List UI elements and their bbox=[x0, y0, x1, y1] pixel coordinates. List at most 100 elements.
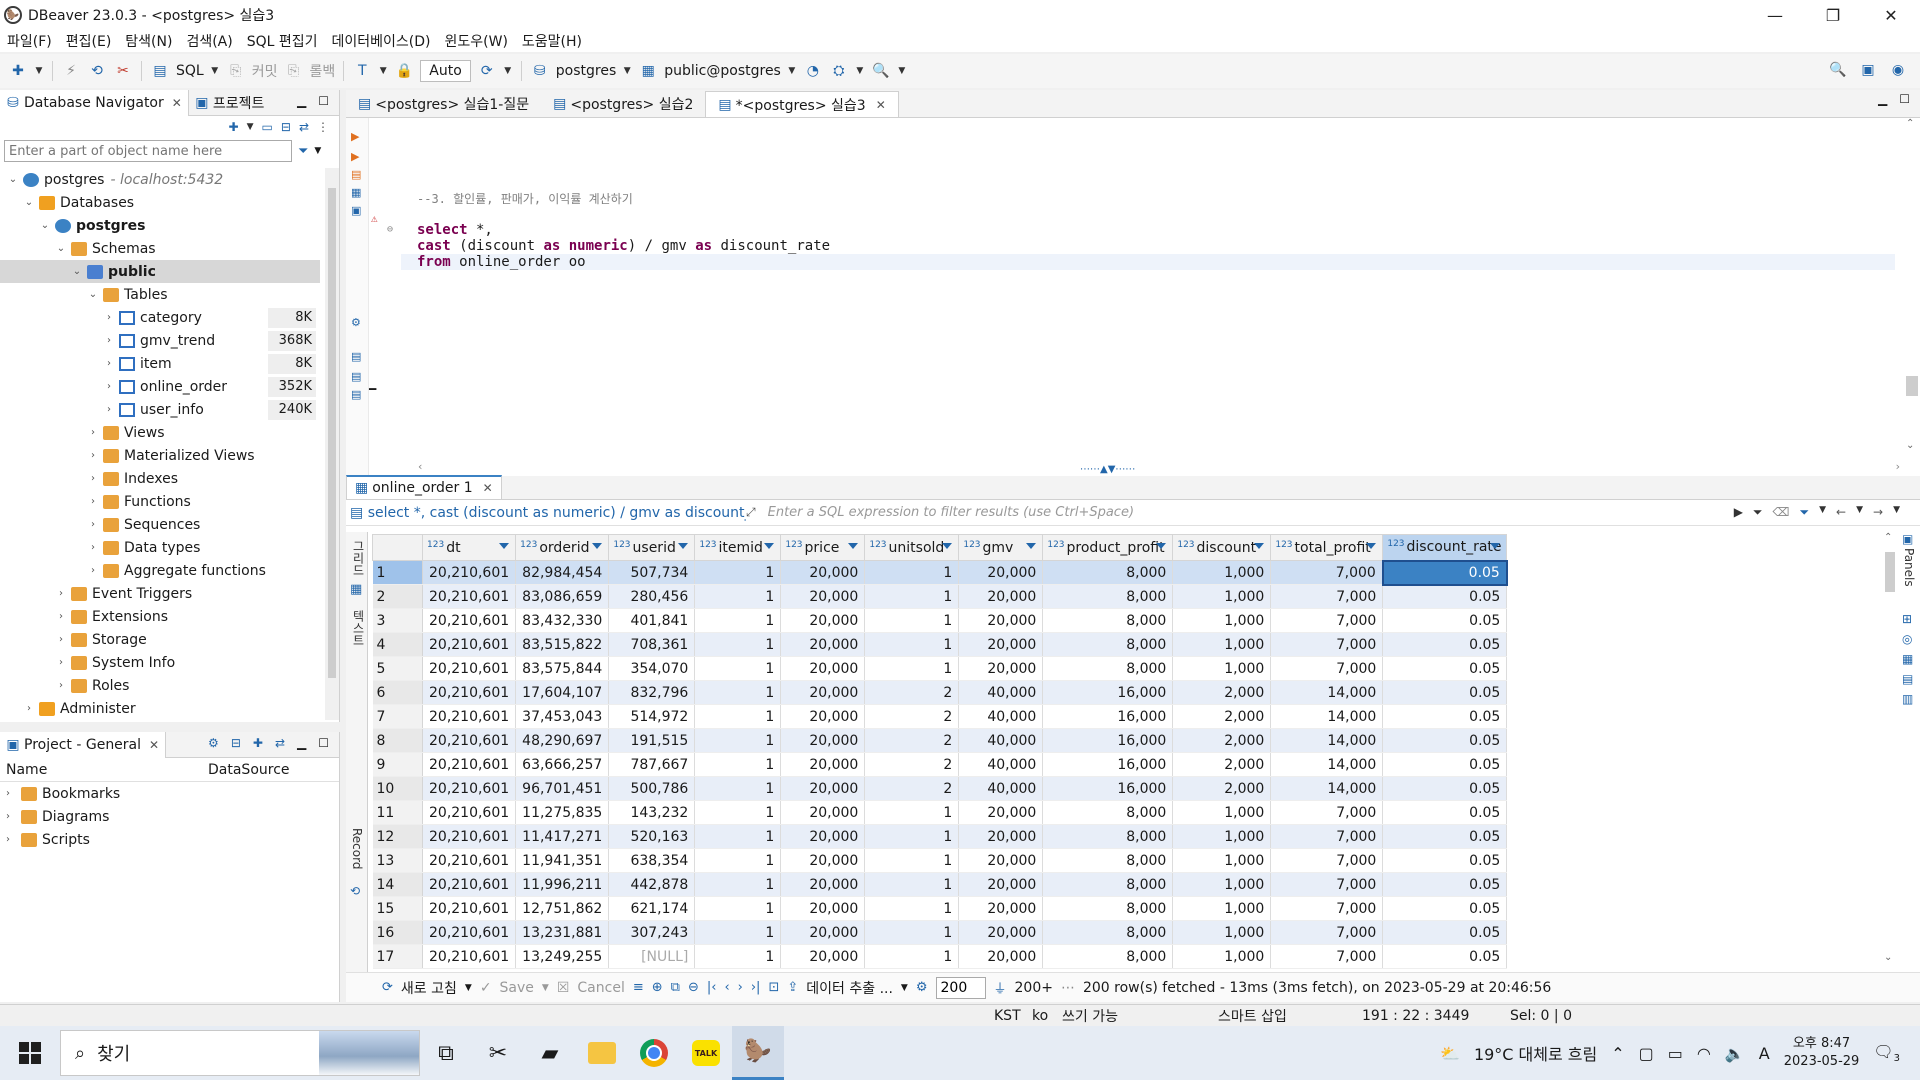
cell-discount-rate[interactable]: 0.05 bbox=[1382, 584, 1508, 609]
edit-row-icon[interactable]: ≡ bbox=[633, 980, 644, 995]
cell-userid[interactable]: 787,667 bbox=[608, 752, 696, 777]
cell-dt[interactable]: 20,210,601 bbox=[422, 560, 517, 585]
column-sort-icon[interactable] bbox=[1490, 543, 1501, 549]
row-number-header[interactable] bbox=[372, 534, 423, 561]
close-icon[interactable]: ✕ bbox=[876, 98, 886, 112]
meet-icon[interactable]: ▢ bbox=[1639, 1044, 1654, 1063]
cell-discount-rate[interactable]: 0.05 bbox=[1382, 800, 1508, 825]
table-row[interactable]: 10 20,210,601 96,701,451 500,786 1 20,000 2 40,… bbox=[372, 776, 1508, 801]
tab-editor-practice2[interactable]: ▤ <postgres> 실습2 bbox=[541, 91, 705, 117]
cell-discount-rate[interactable]: 0.05 bbox=[1382, 608, 1508, 633]
link-editor-icon[interactable]: ⇄ bbox=[299, 120, 309, 134]
cell-discount-rate[interactable]: 0.05 bbox=[1382, 920, 1508, 945]
project-item-scripts[interactable]: › Scripts bbox=[0, 828, 339, 851]
tree-node-administer[interactable]: › Administer bbox=[0, 697, 320, 720]
tree-node-databases[interactable]: ⌄ Databases bbox=[0, 191, 320, 214]
filter-expand-icon[interactable]: ⤢ bbox=[746, 505, 756, 520]
cell-dt[interactable]: 20,210,601 bbox=[422, 752, 517, 777]
settings-icon[interactable]: ⚙ bbox=[351, 316, 363, 329]
cell-gmv[interactable]: 20,000 bbox=[958, 560, 1044, 585]
cell-discount-rate[interactable]: 0.05 bbox=[1382, 896, 1508, 921]
filter-icon[interactable]: ⏷ bbox=[298, 144, 308, 159]
cell-dt[interactable]: 20,210,601 bbox=[422, 944, 517, 969]
table-row[interactable]: 9 20,210,601 63,666,257 787,667 1 20,000 2 40,0… bbox=[372, 752, 1508, 777]
table-row[interactable]: 12 20,210,601 11,417,271 520,163 1 20,000 1 20,… bbox=[372, 824, 1508, 849]
dropdown-arrow-icon[interactable]: ▼ bbox=[622, 61, 632, 81]
file-explorer-icon[interactable] bbox=[576, 1026, 628, 1080]
cell-unitsold[interactable]: 1 bbox=[864, 920, 960, 945]
restore-button[interactable]: ❐ bbox=[1804, 0, 1862, 30]
column-header-unitsold[interactable]: 123 unitsold bbox=[864, 534, 960, 561]
save-button[interactable]: Save bbox=[500, 980, 534, 996]
column-header-price[interactable]: 123 price bbox=[780, 534, 866, 561]
cell-itemid[interactable]: 1 bbox=[694, 728, 782, 753]
cell-discount[interactable]: 1,000 bbox=[1172, 824, 1272, 849]
filter-icon[interactable]: ⏷ bbox=[1800, 505, 1810, 520]
last-page-icon[interactable]: ›| bbox=[751, 980, 761, 995]
row-number[interactable]: 1 bbox=[372, 560, 423, 585]
minimize-panel-icon[interactable]: ▁ bbox=[297, 94, 306, 108]
column-header-userid[interactable]: 123 userid bbox=[608, 534, 696, 561]
maximize-panel-icon[interactable]: ☐ bbox=[318, 736, 329, 750]
transaction-mode-icon[interactable]: T bbox=[352, 61, 372, 81]
tab-editor-practice1[interactable]: ▤ <postgres> 실습1-질문 bbox=[346, 91, 541, 117]
tree-node-indexes[interactable]: › Indexes bbox=[0, 467, 320, 490]
cell-unitsold[interactable]: 2 bbox=[864, 752, 960, 777]
dropdown-arrow-icon[interactable]: ▼ bbox=[542, 983, 549, 993]
navigator-scrollbar[interactable] bbox=[325, 168, 339, 720]
tree-node-roles[interactable]: › Roles bbox=[0, 674, 320, 697]
chevron-right-icon[interactable]: › bbox=[86, 450, 100, 461]
cell-total-profit[interactable]: 14,000 bbox=[1270, 728, 1384, 753]
menu-navigate[interactable]: 탐색(N) bbox=[118, 31, 179, 51]
cell-orderid[interactable]: 82,984,454 bbox=[515, 560, 610, 585]
tab-project-general[interactable]: ▣ Project - General ✕ bbox=[0, 731, 167, 758]
dropdown-arrow-icon[interactable]: ▼ bbox=[1893, 505, 1900, 520]
weather-text[interactable]: 19°C 대체로 흐림 bbox=[1474, 1041, 1597, 1065]
table-row[interactable]: 13 20,210,601 11,941,351 638,354 1 20,000 1 20,… bbox=[372, 848, 1508, 873]
prev-page-icon[interactable]: ‹ bbox=[724, 980, 729, 995]
value-panel-icon[interactable]: ⊞ bbox=[1902, 612, 1912, 626]
notes-app-icon[interactable]: ▰ bbox=[524, 1026, 576, 1080]
tree-node-extensions[interactable]: › Extensions bbox=[0, 605, 320, 628]
cell-discount[interactable]: 1,000 bbox=[1172, 920, 1272, 945]
cell-discount[interactable]: 1,000 bbox=[1172, 632, 1272, 657]
row-count-icon[interactable]: ⏚ bbox=[994, 978, 1007, 997]
menu-sql-editor[interactable]: SQL 편집기 bbox=[240, 31, 325, 51]
scroll-right-icon[interactable]: › bbox=[1896, 460, 1900, 476]
taskbar-search-box[interactable]: ⌕ 찾기 bbox=[60, 1030, 420, 1076]
cell-total-profit[interactable]: 14,000 bbox=[1270, 752, 1384, 777]
cell-product-profit[interactable]: 8,000 bbox=[1042, 944, 1174, 969]
cell-product-profit[interactable]: 8,000 bbox=[1042, 920, 1174, 945]
lock-icon[interactable]: 🔒 bbox=[394, 61, 414, 81]
minimize-button[interactable]: — bbox=[1746, 0, 1804, 30]
sql-editor-icon[interactable]: ▤ bbox=[150, 61, 170, 81]
cell-unitsold[interactable]: 2 bbox=[864, 728, 960, 753]
tree-node-postgres[interactable]: ⌄ postgres - localhost:5432 bbox=[0, 168, 320, 191]
cell-unitsold[interactable]: 1 bbox=[864, 800, 960, 825]
cell-itemid[interactable]: 1 bbox=[694, 704, 782, 729]
table-row[interactable]: 5 20,210,601 83,575,844 354,070 1 20,000 1 20,0… bbox=[372, 656, 1508, 681]
cell-userid[interactable]: 280,456 bbox=[608, 584, 696, 609]
apply-filter-icon[interactable]: ▶ bbox=[1734, 505, 1743, 520]
tree-node-materialized-views[interactable]: › Materialized Views bbox=[0, 444, 320, 467]
volume-icon[interactable]: 🔈 bbox=[1725, 1044, 1745, 1063]
new-connection-icon[interactable]: ✚ bbox=[229, 120, 239, 134]
dropdown-arrow-icon[interactable]: ▼ bbox=[855, 61, 865, 81]
tab-result-online-order[interactable]: ▦ online_order 1 ✕ bbox=[346, 475, 502, 499]
explain-plan-icon[interactable]: ▦ bbox=[351, 186, 363, 199]
cell-unitsold[interactable]: 1 bbox=[864, 656, 960, 681]
cell-discount[interactable]: 1,000 bbox=[1172, 608, 1272, 633]
cell-gmv[interactable]: 20,000 bbox=[958, 824, 1044, 849]
cell-discount[interactable]: 1,000 bbox=[1172, 656, 1272, 681]
cell-discount[interactable]: 1,000 bbox=[1172, 560, 1272, 585]
cell-gmv[interactable]: 20,000 bbox=[958, 896, 1044, 921]
tree-node-user-info[interactable]: › user_info 240K bbox=[0, 398, 320, 421]
cell-orderid[interactable]: 83,575,844 bbox=[515, 656, 610, 681]
cell-unitsold[interactable]: 1 bbox=[864, 848, 960, 873]
chevron-right-icon[interactable]: › bbox=[102, 358, 116, 369]
results-filter-input[interactable]: Enter a SQL expression to filter results… bbox=[768, 505, 1718, 520]
cell-itemid[interactable]: 1 bbox=[694, 656, 782, 681]
tree-node-sequences[interactable]: › Sequences bbox=[0, 513, 320, 536]
cell-total-profit[interactable]: 7,000 bbox=[1270, 608, 1384, 633]
chevron-down-icon[interactable]: ⌄ bbox=[22, 197, 36, 208]
